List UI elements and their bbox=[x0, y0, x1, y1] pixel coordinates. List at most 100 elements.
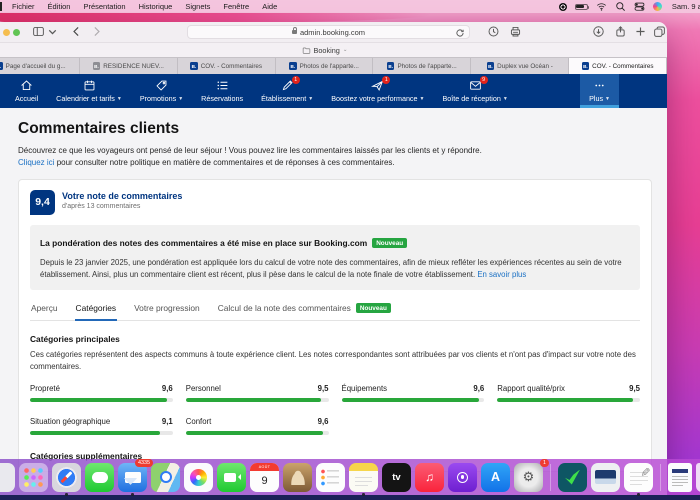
nav-item-plane[interactable]: 1Boostez votre performance▼ bbox=[322, 74, 433, 108]
tab-bar: B.Page d'accueil du g...B.RESIDENCE NUEV… bbox=[0, 57, 667, 74]
browser-tab[interactable]: B.RESIDENCE NUEV... bbox=[80, 58, 178, 74]
dock-app-preview-icon[interactable] bbox=[591, 463, 620, 492]
dock-app-green-icon[interactable] bbox=[558, 463, 587, 492]
dock-textedit-icon[interactable] bbox=[624, 463, 653, 492]
browser-tab[interactable]: B.Photos de l'apparte... bbox=[276, 58, 374, 74]
category-bar-track bbox=[30, 431, 173, 435]
battery-icon[interactable] bbox=[575, 4, 588, 10]
learn-more-link[interactable]: En savoir plus bbox=[477, 270, 526, 279]
window-minimize-button[interactable] bbox=[3, 29, 10, 36]
back-button[interactable] bbox=[70, 25, 83, 38]
nav-label-text: Calendrier et tarifs bbox=[56, 94, 115, 103]
dock-maps-icon[interactable] bbox=[151, 463, 180, 492]
printer-icon[interactable] bbox=[509, 25, 522, 38]
nav-item-home[interactable]: Accueil bbox=[6, 74, 47, 108]
dock-contacts-icon[interactable] bbox=[283, 463, 312, 492]
nav-item-mail[interactable]: 9Boîte de réception▼ bbox=[433, 74, 516, 108]
booking-favicon: B. bbox=[0, 62, 3, 70]
history-icon[interactable] bbox=[487, 25, 500, 38]
screen-bottom-strip bbox=[0, 495, 700, 500]
menu-item[interactable]: Fenêtre bbox=[223, 2, 249, 11]
nav-item-calendar[interactable]: Calendrier et tarifs▼ bbox=[47, 74, 131, 108]
dock-apple-tv-icon[interactable]: tv bbox=[382, 463, 411, 492]
page-tab[interactable]: Votre progression bbox=[133, 303, 201, 320]
control-center-icon[interactable] bbox=[634, 1, 645, 12]
dock-messages-icon[interactable] bbox=[85, 463, 114, 492]
dock-launchpad-icon[interactable] bbox=[19, 463, 48, 492]
category-bar-track bbox=[186, 398, 329, 402]
dock-facetime-icon[interactable] bbox=[217, 463, 246, 492]
dock-app-partial-icon[interactable] bbox=[0, 463, 15, 492]
window-zoom-button[interactable] bbox=[13, 29, 20, 36]
nav-label-text: Plus bbox=[589, 94, 603, 103]
menubar-clock[interactable]: Sam. 9 ao bbox=[672, 2, 700, 11]
page-tab[interactable]: Aperçu bbox=[30, 303, 59, 320]
dock-podcasts-icon[interactable] bbox=[448, 463, 477, 492]
menu-item[interactable]: Présentation bbox=[83, 2, 125, 11]
booking-favicon: B. bbox=[387, 62, 395, 70]
nav-item-list[interactable]: Réservations bbox=[192, 74, 252, 108]
dock-settings-icon[interactable]: ⚙1 bbox=[514, 463, 543, 492]
forward-button[interactable] bbox=[90, 25, 103, 38]
page-tab-label: Catégories bbox=[76, 303, 117, 313]
nav-item-pencil[interactable]: 1 Établissement▼ bbox=[252, 74, 322, 108]
nav-label-text: Accueil bbox=[15, 94, 38, 103]
screen-record-icon[interactable] bbox=[559, 3, 567, 11]
folder-icon bbox=[302, 46, 311, 55]
menubar-menus: Fichier Édition Présentation Historique Sign… bbox=[12, 2, 277, 11]
menu-item[interactable]: Fichier bbox=[12, 2, 35, 11]
category-score: 9,1 bbox=[162, 417, 173, 426]
category-bar-fill bbox=[30, 431, 160, 435]
browser-tab[interactable]: B.Page d'accueil du g... bbox=[0, 58, 80, 74]
dock-document-icon[interactable] bbox=[668, 463, 692, 492]
category-cell: Situation géographique9,1 bbox=[30, 417, 173, 435]
reload-icon[interactable] bbox=[455, 28, 465, 38]
sidebar-toggle-icon[interactable] bbox=[32, 25, 45, 38]
browser-tab[interactable]: B.Photos de l'apparte... bbox=[373, 58, 471, 74]
menu-item[interactable]: Historique bbox=[139, 2, 173, 11]
menu-item[interactable]: Aide bbox=[262, 2, 277, 11]
chevron-down-icon: ▼ bbox=[308, 96, 313, 102]
reviews-card: 9,4 Votre note de commentaires d'après 1… bbox=[18, 179, 652, 472]
dock-calendar-icon[interactable]: AOÛT9 bbox=[250, 463, 279, 492]
dock-reminders-icon[interactable] bbox=[316, 463, 345, 492]
menu-item[interactable]: Signets bbox=[185, 2, 210, 11]
menu-item[interactable]: Édition bbox=[48, 2, 71, 11]
page-title: Commentaires clients bbox=[18, 120, 652, 138]
browser-tab[interactable]: B.COV. - Commentaires bbox=[569, 58, 667, 74]
profile-icon[interactable] bbox=[653, 2, 662, 11]
notification-badge: 1 bbox=[292, 76, 300, 84]
new-tab-icon[interactable] bbox=[634, 25, 647, 38]
category-bar-track bbox=[497, 398, 640, 402]
tab-overview-icon[interactable] bbox=[653, 25, 666, 38]
dock-photos-icon[interactable] bbox=[184, 463, 213, 492]
score-title: Votre note de commentaires bbox=[62, 191, 182, 201]
dock-music-icon[interactable]: ♫ bbox=[415, 463, 444, 492]
dock-trash-icon[interactable] bbox=[696, 463, 700, 492]
notice-title: La pondération des notes des commentaire… bbox=[40, 238, 367, 248]
page-tab[interactable]: Catégories bbox=[75, 303, 118, 321]
dock-safari-icon[interactable] bbox=[52, 463, 81, 492]
share-icon[interactable] bbox=[614, 25, 627, 38]
dock-app-store-icon[interactable]: A bbox=[481, 463, 510, 492]
dock-mail-icon[interactable]: 4335 bbox=[118, 463, 147, 492]
nav-item-dots[interactable]: Plus▼ bbox=[580, 74, 619, 108]
url-text: admin.booking.com bbox=[300, 28, 365, 37]
browser-tab[interactable]: B.COV. - Commentaires bbox=[178, 58, 276, 74]
sidebar-chevron-icon[interactable] bbox=[46, 25, 55, 38]
dock-notes-icon[interactable] bbox=[349, 463, 378, 492]
nav-item-tag[interactable]: Promotions▼ bbox=[131, 74, 192, 108]
list-icon bbox=[216, 79, 229, 92]
dock-separator bbox=[550, 464, 551, 491]
nav-label-text: Établissement bbox=[261, 94, 306, 103]
address-bar[interactable]: admin.booking.com bbox=[187, 25, 470, 39]
page-tab[interactable]: Calcul de la note des commentairesNouvea… bbox=[217, 303, 392, 320]
favorites-folder-booking[interactable]: Booking ⌄ bbox=[302, 46, 348, 55]
main-categories-description: Ces catégories représentent des aspects … bbox=[30, 349, 640, 373]
booking-favicon: B. bbox=[289, 62, 297, 70]
policy-link[interactable]: Cliquez ici bbox=[18, 158, 54, 167]
downloads-icon[interactable] bbox=[592, 25, 605, 38]
browser-tab[interactable]: B.Duplex vue Océan - bbox=[471, 58, 569, 74]
wifi-icon[interactable] bbox=[596, 1, 607, 12]
search-icon[interactable] bbox=[615, 1, 626, 12]
